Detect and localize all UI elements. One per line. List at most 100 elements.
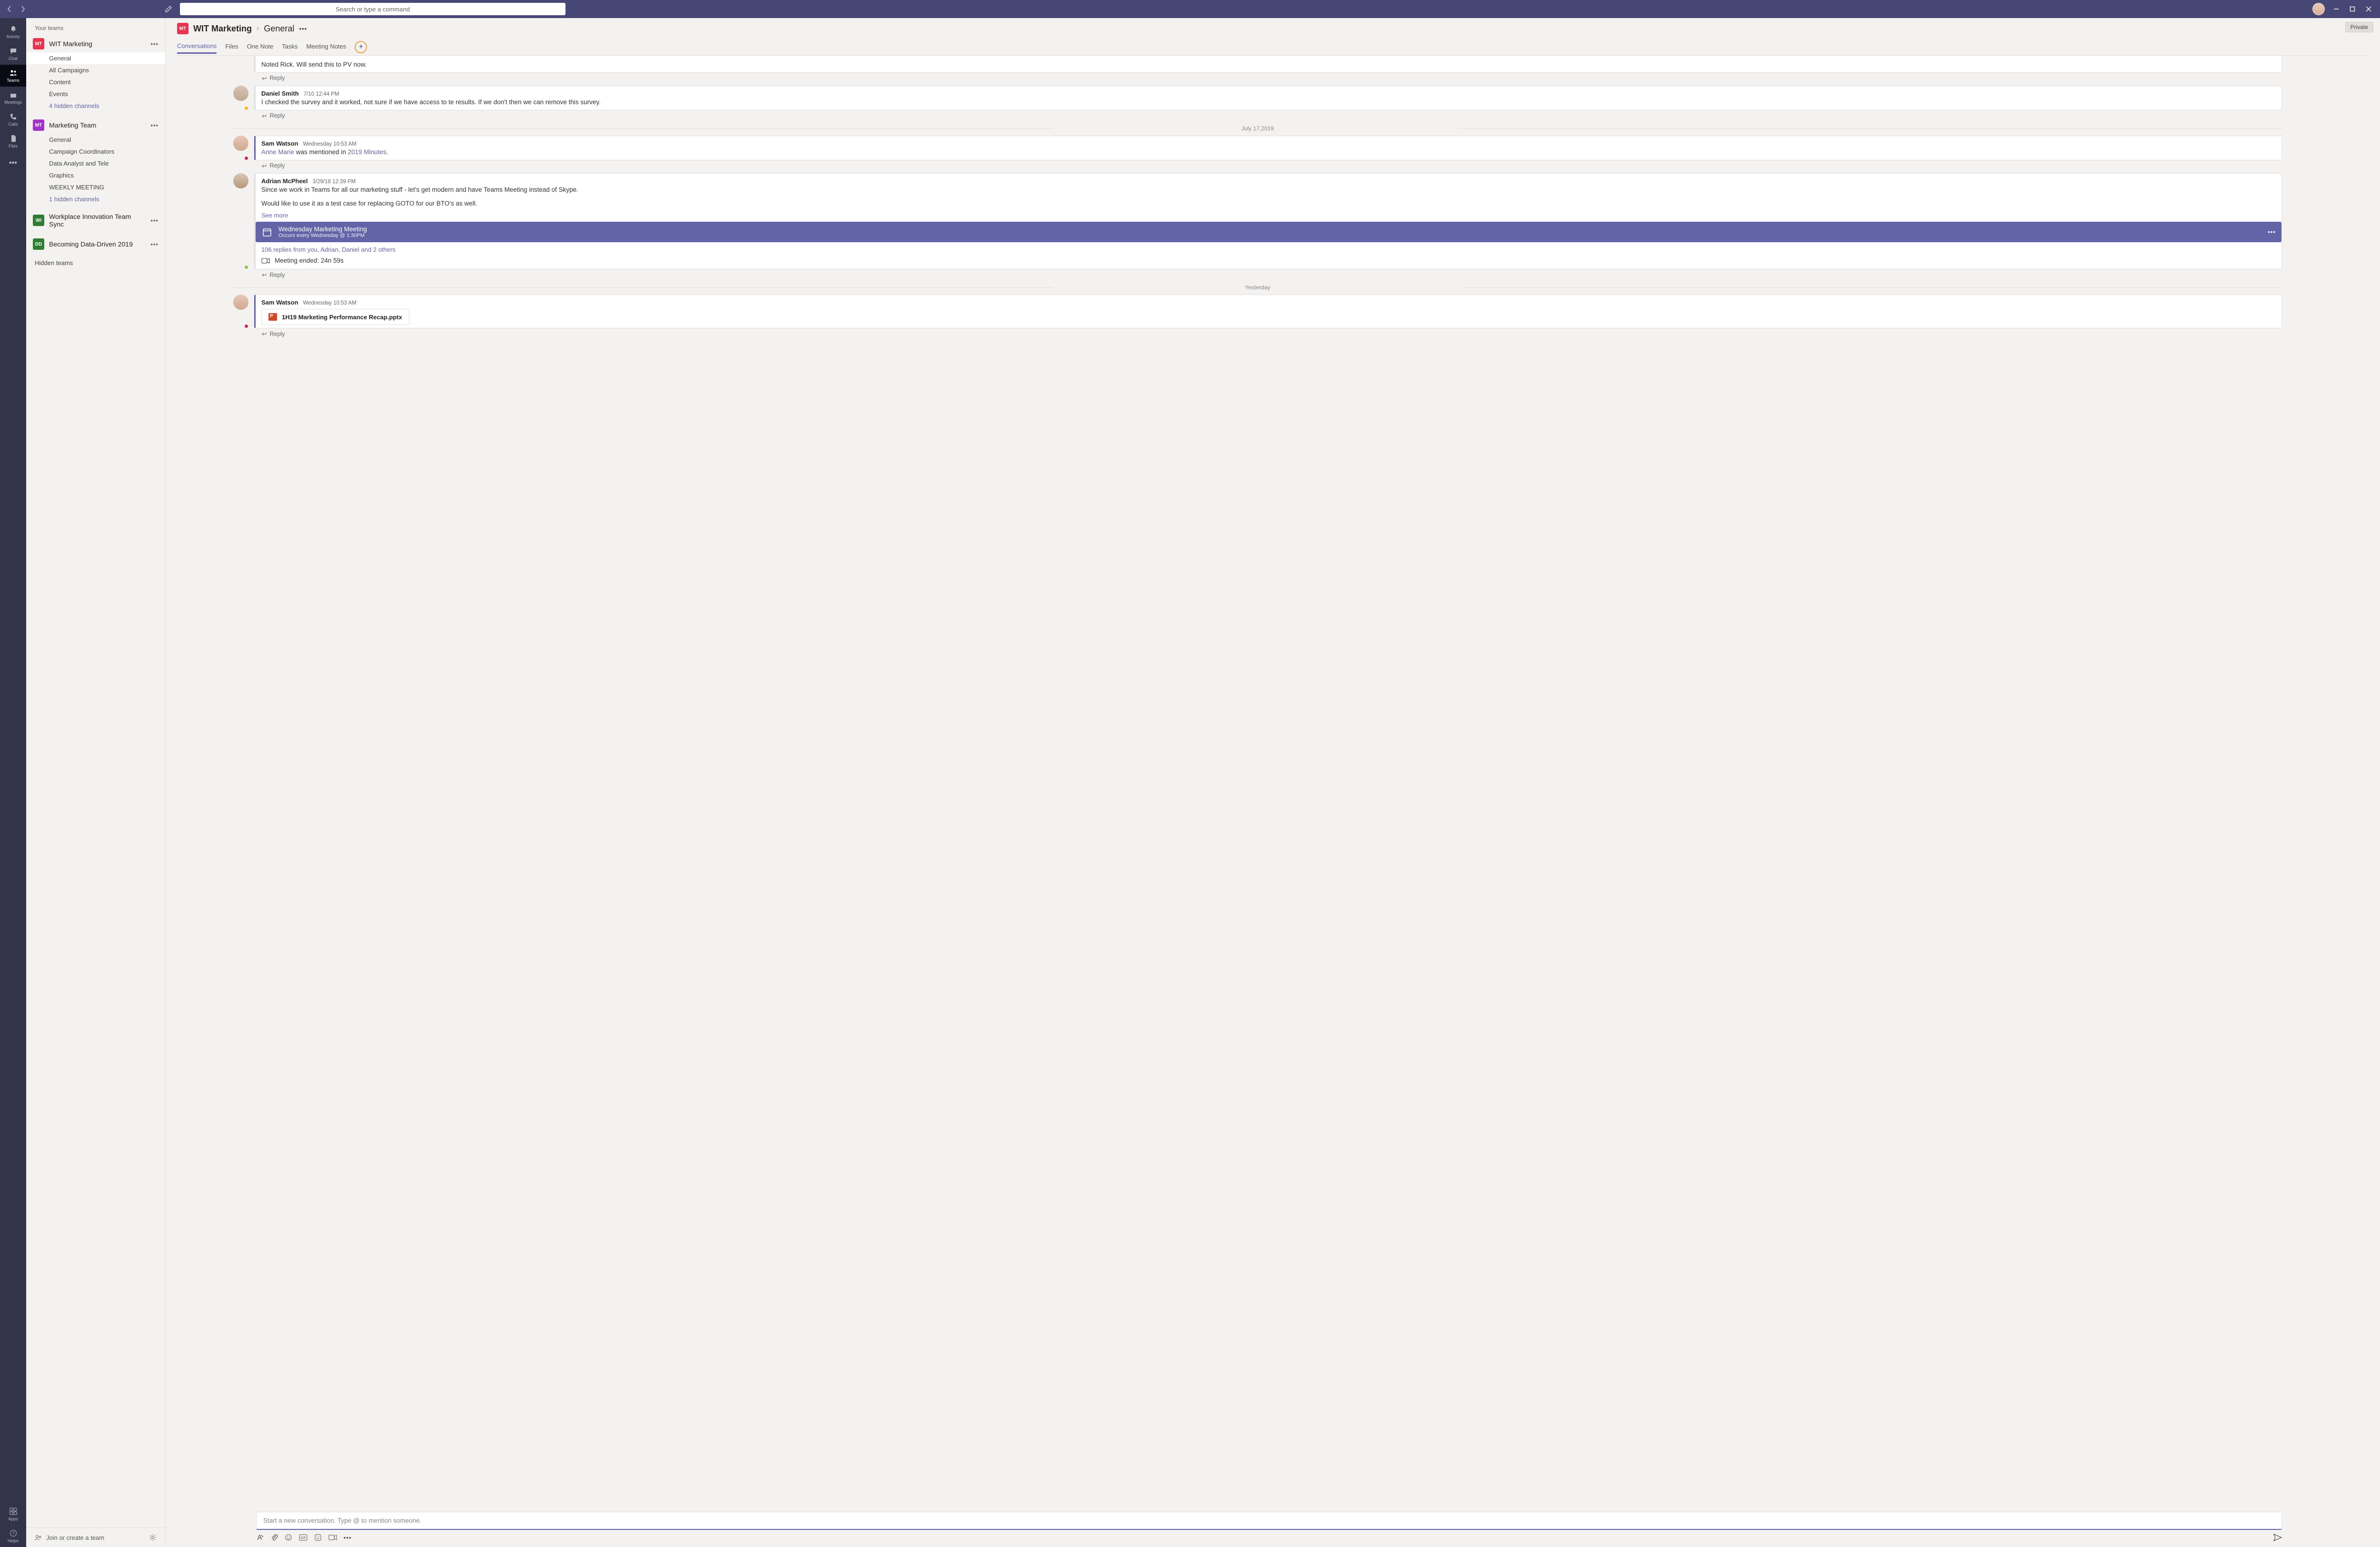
team-becoming-data-driven[interactable]: DD Becoming Data-Driven 2019 ••• (26, 236, 165, 253)
mention-link[interactable]: Anne Marie (261, 148, 294, 156)
see-more-link[interactable]: See more (261, 212, 2276, 219)
team-marketing-team[interactable]: MT Marketing Team ••• (26, 117, 165, 134)
profile-avatar[interactable] (2312, 3, 2325, 15)
message-item: Daniel Smith 7/10 12:44 PM I checked the … (233, 86, 2282, 110)
compose-input[interactable]: Start a new conversation. Type @ to ment… (256, 1512, 2282, 1530)
channel-more-icon[interactable]: ••• (299, 25, 307, 32)
team-workplace-innovation[interactable]: WI Workplace Innovation Team Sync ••• (26, 210, 165, 231)
replies-count-link[interactable]: 106 replies from you, Adrian, Daniel and… (261, 246, 2276, 253)
nav-back-button[interactable] (4, 3, 15, 15)
help-icon: ? (9, 1529, 18, 1537)
channel-data-analyst[interactable]: Data Analyst and Tele (26, 158, 165, 169)
ellipsis-icon: ••• (9, 159, 18, 168)
meeting-more-icon[interactable]: ••• (2268, 228, 2276, 236)
channel-content[interactable]: Content (26, 76, 165, 88)
document-link[interactable]: 2019 Minutes (348, 148, 387, 156)
team-more-icon[interactable]: ••• (150, 122, 159, 129)
presence-available-icon (244, 265, 249, 270)
message-item: Adrian McPheel3/29/18 12:39 PM Since we … (233, 173, 2282, 270)
channel-all-campaigns[interactable]: All Campaigns (26, 64, 165, 76)
presence-busy-icon (244, 324, 249, 329)
maximize-button[interactable] (2348, 4, 2357, 14)
format-icon[interactable] (256, 1534, 264, 1541)
compose-more-icon[interactable]: ••• (344, 1534, 352, 1541)
your-teams-label: Your teams (26, 18, 165, 35)
reply-button[interactable]: ↩Reply (256, 75, 2282, 82)
search-input[interactable]: Search or type a command (180, 3, 565, 15)
tab-strip: Conversations Files One Note Tasks Meeti… (177, 41, 2369, 56)
team-more-icon[interactable]: ••• (150, 40, 159, 48)
team-more-icon[interactable]: ••• (150, 241, 159, 248)
meet-now-icon[interactable] (328, 1534, 337, 1541)
minimize-button[interactable] (2331, 4, 2341, 14)
date-separator: July 17,2019 (233, 125, 2282, 132)
avatar[interactable] (233, 173, 248, 188)
tab-files[interactable]: Files (225, 43, 238, 54)
compose-icon[interactable] (161, 1, 176, 17)
reply-icon: ↩ (262, 271, 267, 278)
breadcrumb-team[interactable]: WIT Marketing (193, 24, 252, 34)
channel-weekly-meeting[interactable]: WEEKLY MEETING (26, 181, 165, 193)
reply-icon: ↩ (262, 75, 267, 82)
gif-icon[interactable]: GIF (299, 1534, 307, 1541)
rail-chat[interactable]: Chat (0, 43, 26, 65)
tab-meeting-notes[interactable]: Meeting Notes (306, 43, 346, 54)
teams-icon (9, 69, 18, 77)
avatar[interactable] (233, 136, 248, 151)
message-text: I checked the survey and it worked, not … (261, 98, 2276, 107)
message-timestamp: 7/10 12:44 PM (304, 91, 339, 97)
tab-onenote[interactable]: One Note (247, 43, 274, 54)
sticker-icon[interactable] (314, 1534, 322, 1541)
message-text: Noted Rick. Will send this to PV now. (261, 60, 2276, 69)
rail-teams[interactable]: Teams (0, 65, 26, 87)
team-wit-marketing[interactable]: MT WIT Marketing ••• (26, 35, 165, 52)
avatar[interactable] (233, 295, 248, 310)
close-button[interactable] (2364, 4, 2373, 14)
main-content: Private MT WIT Marketing › General ••• C… (166, 18, 2380, 1547)
hidden-channels-link[interactable]: 4 hidden channels (26, 100, 165, 112)
hidden-teams-label[interactable]: Hidden teams (26, 253, 165, 273)
rail-apps[interactable]: Apps (0, 1503, 26, 1525)
meeting-ended-row: Meeting ended: 24n 59s (261, 257, 2276, 264)
add-tab-button[interactable]: + (355, 41, 367, 53)
message-author: Daniel Smith (261, 90, 299, 97)
powerpoint-icon (268, 313, 277, 321)
apps-icon (9, 1507, 18, 1516)
channel-general[interactable]: General (26, 52, 165, 64)
reply-button[interactable]: ↩Reply (256, 162, 2282, 169)
hidden-channels-link-2[interactable]: 1 hidden channels (26, 193, 165, 205)
team-more-icon[interactable]: ••• (150, 217, 159, 224)
channel-events[interactable]: Events (26, 88, 165, 100)
nav-forward-button[interactable] (17, 3, 29, 15)
reply-button[interactable]: ↩Reply (256, 330, 2282, 337)
emoji-icon[interactable] (285, 1534, 292, 1541)
rail-help[interactable]: ?Helps (0, 1525, 26, 1547)
rail-files[interactable]: Files (0, 130, 26, 152)
send-button[interactable] (2273, 1534, 2282, 1541)
chevron-right-icon: › (257, 24, 259, 33)
rail-activity[interactable]: Activity (0, 21, 26, 43)
rail-meetings[interactable]: Meetings (0, 87, 26, 108)
join-team-label[interactable]: Join or create a team (46, 1534, 104, 1541)
conversation-scroll[interactable]: Noted Rick. Will send this to PV now. ↩R… (166, 56, 2380, 1506)
reply-button[interactable]: ↩Reply (256, 112, 2282, 119)
svg-text:?: ? (12, 1531, 14, 1536)
message-text: Since we work in Teams for all our marke… (261, 186, 2276, 195)
meeting-card[interactable]: Wednesday Marketing MeetingOccurs every … (256, 222, 2281, 242)
attach-icon[interactable] (270, 1534, 278, 1541)
team-badge: DD (33, 238, 44, 250)
rail-calls[interactable]: Calls (0, 108, 26, 130)
channel-general-2[interactable]: General (26, 134, 165, 146)
channel-campaign-coordinators[interactable]: Campaign Coordinators (26, 146, 165, 158)
message-timestamp: Wednesday 10:53 AM (303, 141, 357, 147)
message-timestamp: 3/29/18 12:39 PM (313, 179, 356, 185)
reply-button[interactable]: ↩Reply (256, 271, 2282, 278)
rail-more[interactable]: ••• (0, 152, 26, 174)
settings-icon[interactable] (149, 1534, 157, 1541)
tab-conversations[interactable]: Conversations (177, 42, 217, 54)
file-attachment[interactable]: 1H19 Marketing Performance Recap.pptx (261, 309, 409, 325)
meeting-title: Wednesday Marketing Meeting (278, 226, 367, 233)
avatar[interactable] (233, 86, 248, 101)
channel-graphics[interactable]: Graphics (26, 169, 165, 181)
tab-tasks[interactable]: Tasks (282, 43, 298, 54)
